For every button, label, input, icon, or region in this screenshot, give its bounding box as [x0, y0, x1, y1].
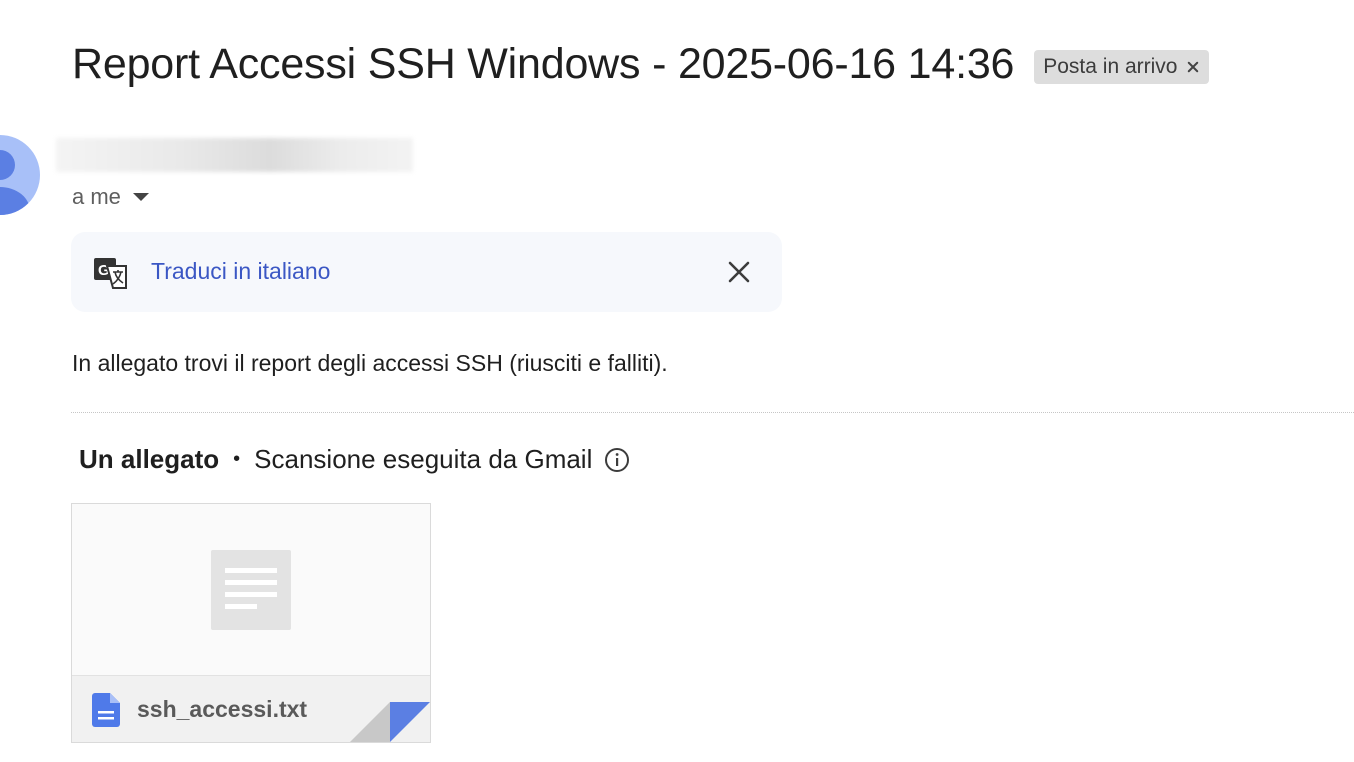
email-subject: Report Accessi SSH Windows - 2025-06-16 … — [72, 40, 1015, 88]
info-icon[interactable] — [604, 447, 630, 473]
inbox-label-text: Posta in arrivo — [1043, 54, 1178, 78]
email-view: Report Accessi SSH Windows - 2025-06-16 … — [0, 0, 1354, 762]
separator-dot: • — [233, 448, 241, 470]
scan-status: Scansione eseguita da Gmail — [254, 444, 593, 474]
sender-avatar[interactable] — [0, 135, 40, 215]
attachment-preview — [72, 504, 430, 675]
attachment-card[interactable]: ssh_accessi.txt — [71, 503, 431, 743]
translate-bar: G Traduci in italiano — [71, 232, 782, 312]
attachment-count: Un allegato — [79, 444, 220, 474]
sender-name-redacted — [56, 138, 413, 172]
translate-link[interactable]: Traduci in italiano — [151, 258, 330, 285]
attachments-header: Un allegato • Scansione eseguita da Gmai… — [79, 444, 630, 475]
person-icon — [0, 150, 30, 215]
document-thumbnail-icon — [211, 550, 291, 630]
remove-label-icon[interactable] — [1186, 60, 1200, 74]
inbox-label-chip[interactable]: Posta in arrivo — [1034, 49, 1210, 84]
attachments-divider — [71, 412, 1354, 413]
close-icon[interactable] — [726, 259, 752, 285]
email-body: In allegato trovi il report degli access… — [72, 350, 668, 376]
caret-down-icon[interactable] — [132, 193, 149, 201]
recipient-text: a me — [72, 184, 121, 209]
translate-icon: G — [94, 258, 127, 289]
attachment-file-name: ssh_accessi.txt — [137, 696, 308, 722]
subject-row: Report Accessi SSH Windows - 2025-06-16 … — [72, 40, 1210, 89]
page-fold-icon — [350, 702, 430, 742]
recipient-line: a me — [72, 184, 149, 210]
document-icon — [92, 693, 120, 727]
